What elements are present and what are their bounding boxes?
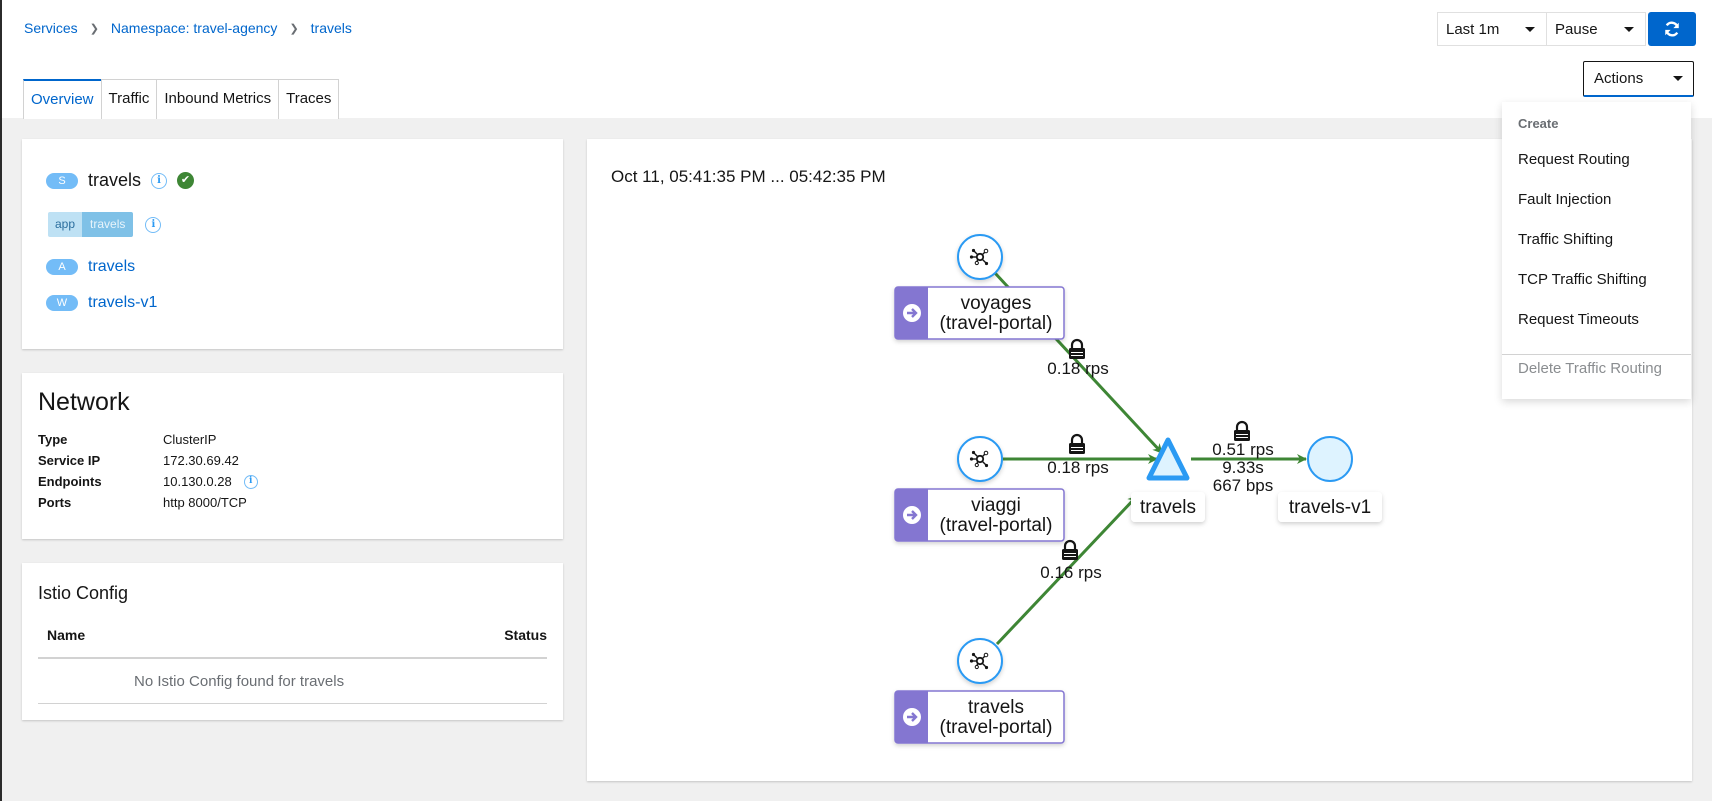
edge-label: 0.16 rps [1040, 563, 1101, 582]
service-ip-value: 172.30.69.42 [163, 453, 239, 468]
graph-edge[interactable]: 0.51 rps9.33s667 bps [1191, 420, 1307, 495]
info-icon[interactable]: i [243, 474, 258, 489]
table-header-divider [38, 657, 547, 659]
network-title: Network [38, 388, 130, 416]
duration-select[interactable]: Last 1m [1437, 12, 1547, 46]
edge-label: 667 bps [1213, 476, 1274, 495]
column-header-name[interactable]: Name [47, 627, 85, 643]
breadcrumb-namespace[interactable]: Namespace: travel-agency [111, 20, 278, 36]
duration-value: Last 1m [1446, 20, 1500, 38]
menu-item-request-routing[interactable]: Request Routing [1518, 151, 1630, 168]
service-info-card: S travels i ✔ app travels i A travels W … [22, 139, 563, 349]
workload-link[interactable]: travels-v1 [88, 294, 157, 312]
table-row-divider [38, 703, 547, 704]
menu-item-delete-traffic-routing: Delete Traffic Routing [1518, 360, 1662, 377]
endpoints-value: 10.130.0.28 [163, 474, 232, 489]
tab-bar: Overview Traffic Inbound Metrics Traces [23, 79, 340, 119]
node-label-name: voyages [961, 293, 1032, 314]
page-header: Services ❯ Namespace: travel-agency ❯ tr… [2, 0, 1712, 119]
tab-traffic[interactable]: Traffic [100, 79, 158, 119]
network-details: Type ClusterIP Service IP 172.30.69.42 End… [38, 429, 258, 513]
caret-down-icon [1673, 76, 1683, 81]
lock-icon [1232, 420, 1252, 443]
health-ok-icon[interactable]: ✔ [177, 172, 195, 189]
network-card: Network Type ClusterIP Service IP 172.30.6… [22, 373, 563, 539]
ports-value: http 8000/TCP [163, 495, 247, 510]
app-badge: A [46, 259, 78, 275]
edge-label: 0.18 rps [1047, 359, 1108, 378]
tab-traces[interactable]: Traces [278, 79, 340, 119]
node-label-namespace: (travel-portal) [940, 717, 1053, 738]
node-label-namespace: (travel-portal) [940, 313, 1053, 334]
type-value: ClusterIP [163, 432, 217, 447]
info-icon[interactable]: i [145, 216, 162, 233]
graph-node-travels-svc[interactable]: travels [1131, 437, 1205, 522]
edge-label: 0.18 rps [1047, 458, 1108, 477]
istio-config-card: Istio Config Name Status No Istio Config… [22, 563, 563, 720]
ports-label: Ports [38, 495, 72, 510]
type-label: Type [38, 432, 68, 447]
node-label-name: travels [968, 697, 1024, 718]
empty-state-message: No Istio Config found for travels [134, 673, 345, 690]
graph-node-travels-v1[interactable]: travels-v1 [1278, 436, 1382, 522]
label-chip: app travels [48, 212, 134, 237]
actions-dropdown[interactable]: Actions [1583, 61, 1694, 97]
node-label-namespace: (travel-portal) [940, 515, 1053, 536]
sync-icon [1665, 21, 1679, 37]
app-link[interactable]: travels [88, 258, 135, 276]
graph-node-travels-portal[interactable]: travels(travel-portal) [894, 638, 1065, 744]
graph-node-viaggi[interactable]: viaggi(travel-portal) [894, 436, 1065, 542]
label-key: app [48, 212, 83, 237]
chevron-right-icon: ❯ [89, 22, 99, 35]
chevron-right-icon: ❯ [289, 22, 299, 35]
node-label: travels [1140, 497, 1196, 518]
graph-node-voyages[interactable]: voyages(travel-portal) [894, 234, 1065, 340]
menu-item-fault-injection[interactable]: Fault Injection [1518, 191, 1611, 208]
service-ip-label: Service IP [38, 453, 101, 468]
edge-label: 0.51 rps [1212, 440, 1273, 459]
workload-node-circle[interactable] [957, 234, 1003, 280]
istio-config-title: Istio Config [38, 583, 129, 603]
node-label-name: viaggi [971, 495, 1021, 516]
menu-item-traffic-shifting[interactable]: Traffic Shifting [1518, 231, 1613, 248]
window-edge [0, 0, 2, 801]
workload-node-circle[interactable] [957, 638, 1003, 684]
lock-icon [1067, 433, 1087, 456]
workload-node-circle[interactable] [1307, 436, 1353, 482]
lock-icon [1060, 539, 1080, 562]
actions-label: Actions [1594, 70, 1644, 87]
graph-edge[interactable]: 0.18 rps [1003, 433, 1158, 477]
menu-item-request-timeouts[interactable]: Request Timeouts [1518, 311, 1639, 328]
breadcrumb-current[interactable]: travels [311, 20, 352, 36]
actions-menu: Create Request Routing Fault Injection T… [1502, 102, 1691, 399]
time-controls: Last 1m Pause [1437, 12, 1696, 46]
refresh-button[interactable] [1648, 12, 1696, 46]
service-name: travels [88, 170, 142, 190]
label-value: travels [82, 212, 134, 237]
tab-inbound-metrics[interactable]: Inbound Metrics [156, 79, 280, 119]
caret-down-icon [1525, 26, 1535, 32]
refresh-interval-value: Pause [1555, 20, 1598, 38]
breadcrumb: Services ❯ Namespace: travel-agency ❯ tr… [24, 20, 352, 36]
node-label: travels-v1 [1289, 497, 1371, 518]
workload-badge: W [46, 295, 78, 311]
menu-divider [1502, 354, 1691, 355]
edge-label: 9.33s [1222, 458, 1264, 477]
menu-item-tcp-traffic-shifting[interactable]: TCP Traffic Shifting [1518, 271, 1647, 288]
column-header-status[interactable]: Status [504, 627, 547, 643]
info-icon[interactable]: i [151, 172, 168, 189]
workload-node-circle[interactable] [957, 436, 1003, 482]
menu-group-create: Create [1518, 116, 1559, 131]
service-badge: S [46, 172, 78, 189]
tab-overview[interactable]: Overview [23, 79, 102, 119]
breadcrumb-services[interactable]: Services [24, 20, 78, 36]
caret-down-icon [1624, 26, 1634, 32]
refresh-interval-select[interactable]: Pause [1546, 12, 1646, 46]
lock-icon [1067, 338, 1087, 361]
endpoints-label: Endpoints [38, 474, 102, 489]
